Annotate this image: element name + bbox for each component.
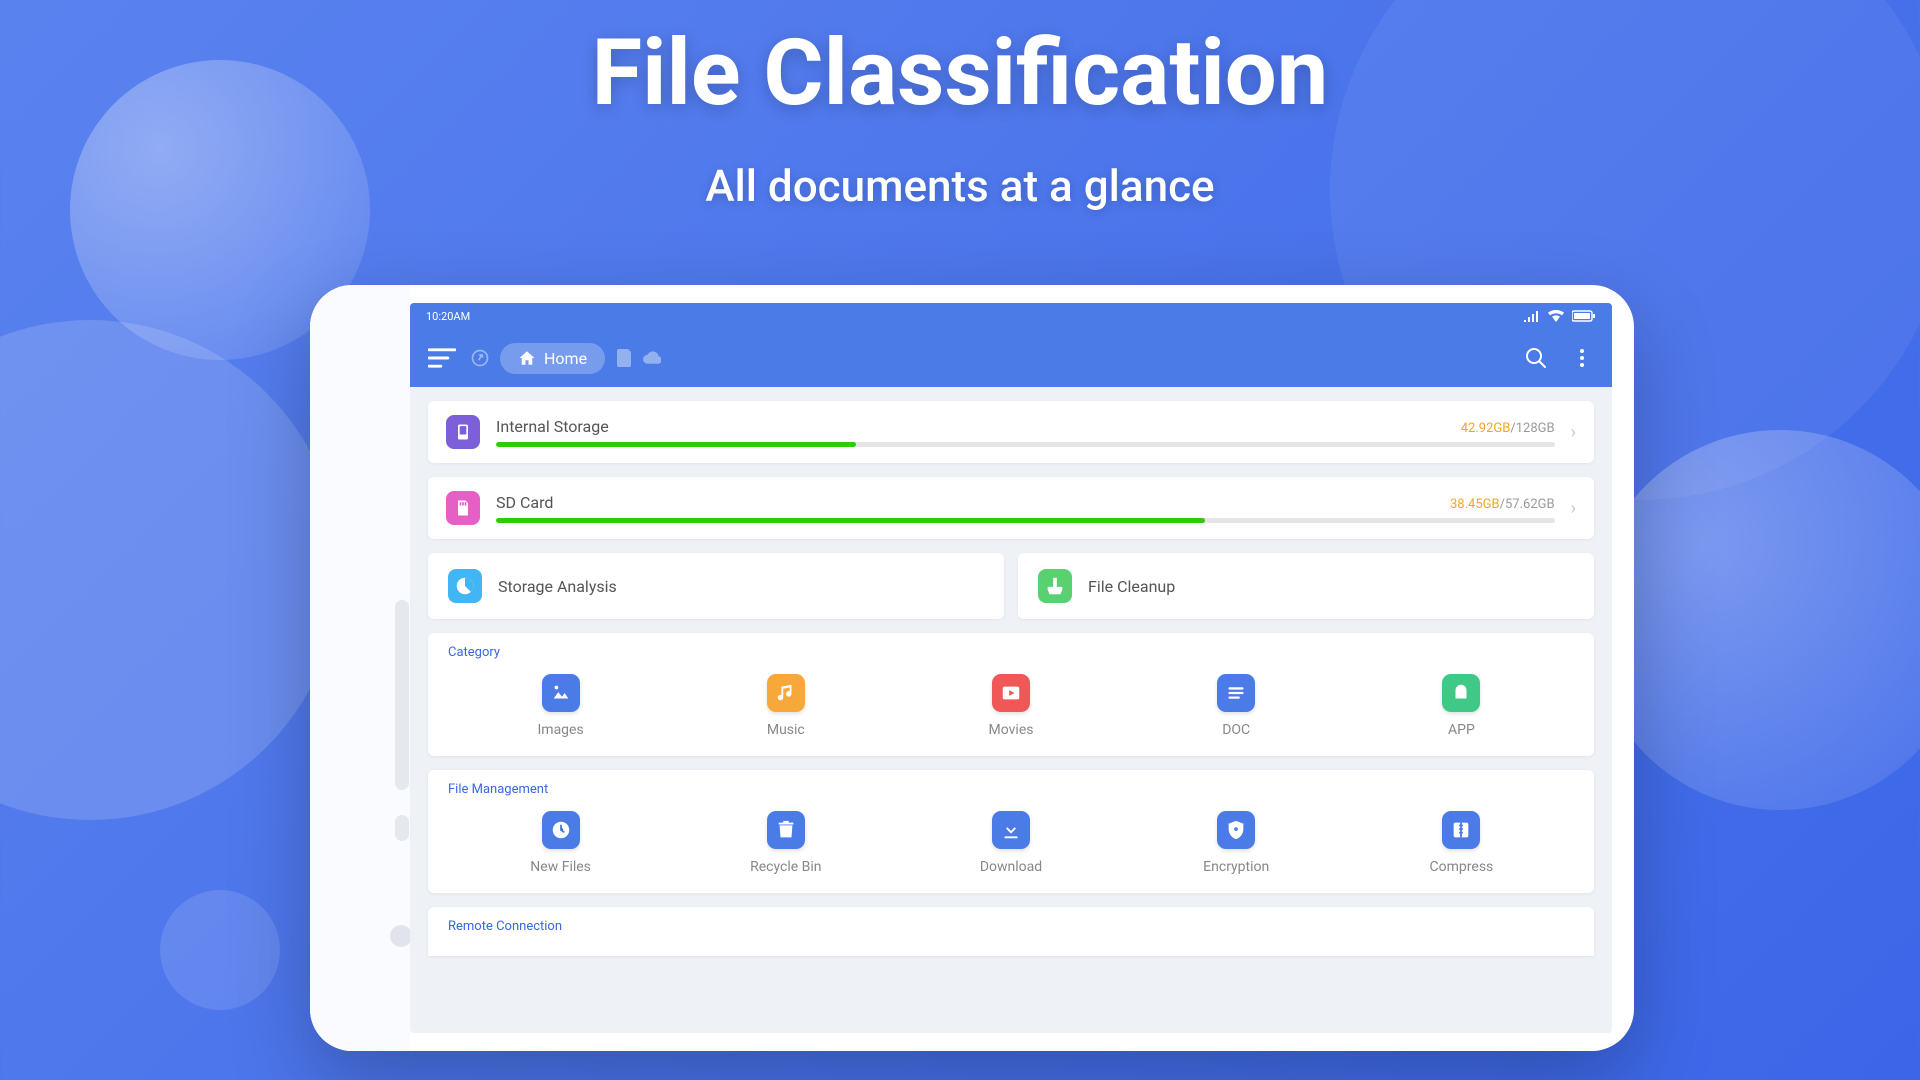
home-button[interactable] [390,925,412,947]
category-label: DOC [1222,722,1250,738]
hero-subtitle: All documents at a glance [0,160,1920,212]
storage-analysis-card[interactable]: Storage Analysis [428,553,1004,619]
music-icon [767,674,805,712]
power-button [395,815,409,841]
status-time: 10:20AM [426,310,470,323]
doc-icon [1217,674,1255,712]
sdcard-used: 38.45GB [1450,497,1500,512]
mgmt-label: Recycle Bin [750,859,821,875]
sdcard-total: /57.62GB [1500,497,1555,512]
internal-storage-card[interactable]: Internal Storage 42.92GB/128GB › [428,401,1594,463]
file-cleanup-label: File Cleanup [1088,577,1175,596]
internal-storage-icon [446,415,480,449]
category-title: Category [448,645,1574,660]
refresh-icon[interactable] [470,348,490,368]
wifi-icon [1548,310,1564,322]
mgmt-label: Compress [1430,859,1494,875]
sdcard-storage-card[interactable]: SD Card 38.45GB/57.62GB › [428,477,1594,539]
download-icon [992,811,1030,849]
search-icon[interactable] [1524,346,1548,370]
mgmt-label: Download [980,859,1042,875]
volume-button [395,600,409,790]
screen: 10:20AM Home [410,303,1612,1033]
shield-icon [1217,811,1255,849]
breadcrumb-trail [617,349,657,367]
mgmt-encryption[interactable]: Encryption [1124,811,1349,875]
hero-title: File Classification [0,20,1920,127]
remote-section[interactable]: Remote Connection [428,907,1594,956]
internal-progress [496,442,1555,447]
file-mgmt-section: File Management New Files Recycle Bin Do… [428,770,1594,893]
chevron-right-icon: › [1571,422,1576,443]
clock-icon [542,811,580,849]
pie-chart-icon [448,569,482,603]
android-icon [1442,674,1480,712]
category-label: APP [1448,722,1475,738]
file-mgmt-title: File Management [448,782,1574,797]
category-doc[interactable]: DOC [1124,674,1349,738]
sdcard-progress [496,518,1555,523]
mgmt-new-files[interactable]: New Files [448,811,673,875]
mgmt-download[interactable]: Download [898,811,1123,875]
images-icon [542,674,580,712]
cloud-mini-icon[interactable] [643,350,661,364]
category-app[interactable]: APP [1349,674,1574,738]
sdcard-label: SD Card [496,493,553,512]
storage-analysis-label: Storage Analysis [498,577,617,596]
menu-icon[interactable] [428,347,456,369]
remote-title: Remote Connection [448,919,1574,934]
category-label: Images [537,722,583,738]
mgmt-recycle-bin[interactable]: Recycle Bin [673,811,898,875]
mgmt-label: Encryption [1203,859,1269,875]
more-icon[interactable] [1570,346,1594,370]
category-movies[interactable]: Movies [898,674,1123,738]
home-icon [518,349,536,367]
category-music[interactable]: Music [673,674,898,738]
movies-icon [992,674,1030,712]
internal-used: 42.92GB [1461,421,1511,436]
mgmt-label: New Files [530,859,591,875]
broom-icon [1038,569,1072,603]
category-label: Movies [989,722,1034,738]
internal-storage-label: Internal Storage [496,417,609,436]
signal-icon [1524,310,1540,322]
sdcard-icon [446,491,480,525]
category-label: Music [767,722,805,738]
home-chip[interactable]: Home [500,343,605,374]
sdcard-mini-icon[interactable] [617,349,631,367]
app-bar: Home [410,329,1612,387]
status-bar: 10:20AM [410,303,1612,329]
compress-icon [1442,811,1480,849]
trash-icon [767,811,805,849]
category-images[interactable]: Images [448,674,673,738]
file-cleanup-card[interactable]: File Cleanup [1018,553,1594,619]
category-section: Category Images Music Movies [428,633,1594,756]
tablet-frame: 10:20AM Home [310,285,1634,1051]
home-label: Home [544,349,587,368]
internal-total: /128GB [1510,421,1554,436]
chevron-right-icon: › [1571,498,1576,519]
battery-icon [1572,310,1596,322]
mgmt-compress[interactable]: Compress [1349,811,1574,875]
